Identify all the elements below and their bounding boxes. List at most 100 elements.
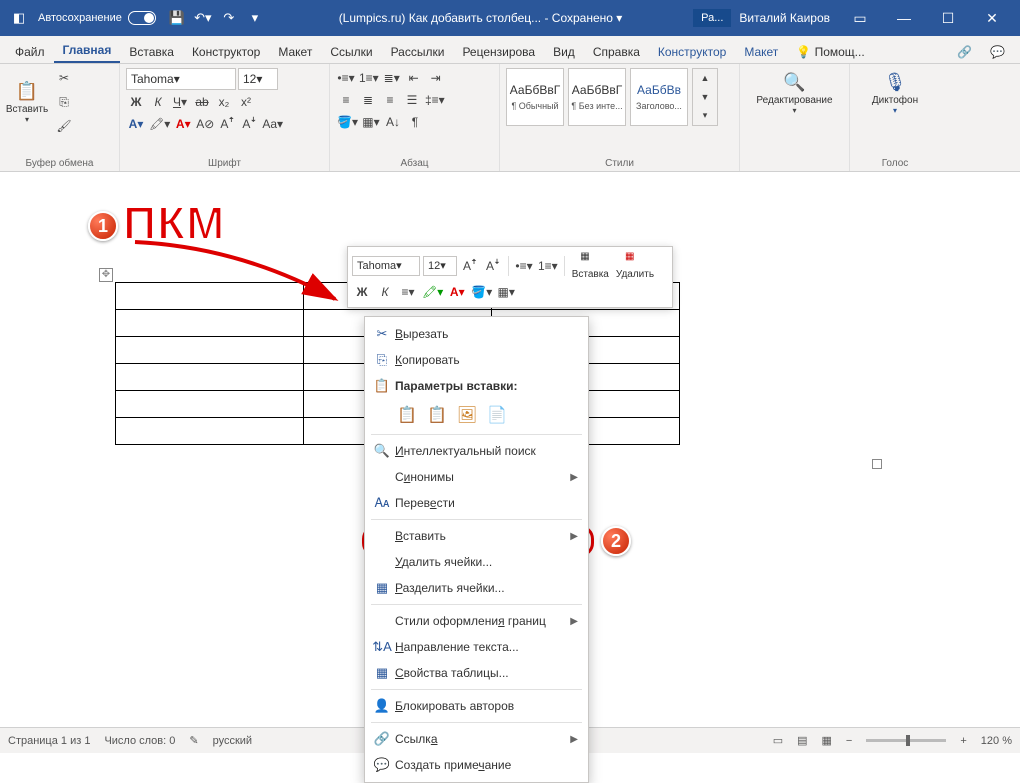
decrease-indent-icon[interactable]: ⇤ <box>404 68 424 88</box>
clear-format-icon[interactable]: A⊘ <box>195 114 215 134</box>
justify-icon[interactable]: ☰ <box>402 90 422 110</box>
maximize-icon[interactable]: ☐ <box>926 0 970 36</box>
comments-icon[interactable]: 💬 <box>981 41 1014 63</box>
align-right-icon[interactable]: ≡ <box>380 90 400 110</box>
ctx-synonyms[interactable]: Синонимы▶ <box>365 464 588 490</box>
mini-insert-button[interactable]: ▦Вставка <box>570 251 611 280</box>
text-effects-icon[interactable]: A▾ <box>126 114 146 134</box>
cut-icon[interactable]: ✂ <box>54 68 74 88</box>
tab-home[interactable]: Главная <box>54 39 121 63</box>
tab-insert[interactable]: Вставка <box>120 41 183 63</box>
line-spacing-icon[interactable]: ‡≡▾ <box>424 90 446 110</box>
borders-icon[interactable]: ▦▾ <box>361 112 381 132</box>
mini-numbering-icon[interactable]: 1≡▾ <box>537 256 559 276</box>
tab-layout[interactable]: Макет <box>269 41 321 63</box>
table-move-handle[interactable]: ✥ <box>99 268 113 282</box>
zoom-out-icon[interactable]: − <box>846 735 852 747</box>
tab-table-layout[interactable]: Макет <box>735 41 787 63</box>
save-icon[interactable]: 💾 <box>164 5 190 31</box>
dictate-button[interactable]: 🎙Диктофон▾ <box>874 68 916 118</box>
multilevel-icon[interactable]: ≣▾ <box>382 68 402 88</box>
mini-highlight-icon[interactable]: 🖍▾ <box>421 282 444 302</box>
redo-icon[interactable]: ↷ <box>216 5 242 31</box>
mini-align-icon[interactable]: ≡▾ <box>398 282 418 302</box>
strike-icon[interactable]: ab <box>192 92 212 112</box>
close-icon[interactable]: ✕ <box>970 0 1014 36</box>
bullets-icon[interactable]: •≡▾ <box>336 68 356 88</box>
underline-icon[interactable]: Ч▾ <box>170 92 190 112</box>
styles-more-icon[interactable]: ▾ <box>695 106 715 125</box>
ctx-block-authors[interactable]: 👤Блокировать авторов <box>365 693 588 719</box>
mini-font-color-icon[interactable]: A▾ <box>447 282 467 302</box>
status-page[interactable]: Страница 1 из 1 <box>8 735 90 747</box>
shrink-font-icon[interactable]: Aꜜ <box>239 114 259 134</box>
highlight-icon[interactable]: 🖍▾ <box>148 114 171 134</box>
tab-references[interactable]: Ссылки <box>321 41 381 63</box>
ctx-smart-lookup[interactable]: 🔍Интеллектуальный поиск <box>365 438 588 464</box>
mini-grow-font-icon[interactable]: Aꜛ <box>460 256 480 276</box>
style-no-spacing[interactable]: АаБбВвГ¶ Без инте... <box>568 68 626 126</box>
copy-icon[interactable]: ⎘ <box>54 92 74 112</box>
mini-shrink-font-icon[interactable]: Aꜜ <box>483 256 503 276</box>
qat-more-icon[interactable]: ▾ <box>242 5 268 31</box>
tab-review[interactable]: Рецензирова <box>453 41 544 63</box>
increase-indent-icon[interactable]: ⇥ <box>426 68 446 88</box>
mini-borders-icon[interactable]: ▦▾ <box>496 282 516 302</box>
tab-help[interactable]: Справка <box>584 41 649 63</box>
grow-font-icon[interactable]: Aꜛ <box>217 114 237 134</box>
font-name-combo[interactable]: Tahoma ▾ <box>126 68 236 90</box>
ctx-split-cells[interactable]: ▦Разделить ячейки... <box>365 575 588 601</box>
paste-keep-source-icon[interactable]: 📋 <box>395 403 419 427</box>
ctx-cut[interactable]: ✂ВВырезатьырезать <box>365 321 588 347</box>
minimize-icon[interactable]: — <box>882 0 926 36</box>
tab-view[interactable]: Вид <box>544 41 584 63</box>
tab-design[interactable]: Конструктор <box>183 41 269 63</box>
user-name[interactable]: Виталий Каиров <box>731 11 838 25</box>
ctx-insert[interactable]: Вставить▶ <box>365 523 588 549</box>
tab-table-design[interactable]: Конструктор <box>649 41 735 63</box>
ctx-border-styles[interactable]: Стили оформления границ▶ <box>365 608 588 634</box>
mini-italic-icon[interactable]: К <box>375 282 395 302</box>
share-icon[interactable]: 🔗 <box>948 41 981 63</box>
align-left-icon[interactable]: ≡ <box>336 90 356 110</box>
ribbon-options-icon[interactable]: ▭ <box>838 0 882 36</box>
mini-delete-button[interactable]: ▦Удалить <box>614 251 656 280</box>
ctx-translate[interactable]: 🗛Перевести <box>365 490 588 516</box>
status-language[interactable]: русский <box>213 735 252 747</box>
mini-bold-icon[interactable]: Ж <box>352 282 372 302</box>
status-words[interactable]: Число слов: 0 <box>104 735 175 747</box>
tab-mailings[interactable]: Рассылки <box>382 41 454 63</box>
sort-icon[interactable]: A↓ <box>383 112 403 132</box>
ctx-hyperlink[interactable]: 🔗Ссылка▶ <box>365 726 588 752</box>
undo-icon[interactable]: ↶▾ <box>190 5 216 31</box>
bold-icon[interactable]: Ж <box>126 92 146 112</box>
zoom-level[interactable]: 120 % <box>981 735 1012 747</box>
superscript-icon[interactable]: x² <box>236 92 256 112</box>
mini-font-size[interactable]: 12 ▾ <box>423 256 457 276</box>
table-resize-handle[interactable] <box>872 459 882 469</box>
paste-text-icon[interactable]: 📄 <box>485 403 509 427</box>
styles-up-icon[interactable]: ▲ <box>695 69 715 88</box>
view-web-icon[interactable]: ▦ <box>822 734 832 747</box>
mini-bullets-icon[interactable]: •≡▾ <box>514 256 534 276</box>
ctx-copy[interactable]: ⎘Копировать <box>365 347 588 373</box>
autosave-toggle[interactable] <box>128 11 156 25</box>
numbering-icon[interactable]: 1≡▾ <box>358 68 380 88</box>
mini-font-name[interactable]: Tahoma ▾ <box>352 256 420 276</box>
format-painter-icon[interactable]: 🖌 <box>54 116 74 136</box>
tab-file[interactable]: Файл <box>6 41 54 63</box>
zoom-in-icon[interactable]: + <box>960 735 966 747</box>
ctx-table-properties[interactable]: ▦Свойства таблицы... <box>365 660 588 686</box>
mini-shading-icon[interactable]: 🪣▾ <box>470 282 493 302</box>
ctx-delete-cells[interactable]: Удалить ячейки... <box>365 549 588 575</box>
font-color-icon[interactable]: A▾ <box>173 114 193 134</box>
status-proofing-icon[interactable]: ✎ <box>189 734 198 747</box>
paste-picture-icon[interactable]: 🖼 <box>455 403 479 427</box>
paste-button[interactable]: 📋Вставить▾ <box>6 77 48 127</box>
align-center-icon[interactable]: ≣ <box>358 90 378 110</box>
tab-tellme[interactable]: 💡 Помощ... <box>787 41 873 63</box>
zoom-slider[interactable] <box>866 739 946 742</box>
ctx-text-direction[interactable]: ⇅AНаправление текста... <box>365 634 588 660</box>
styles-down-icon[interactable]: ▼ <box>695 88 715 107</box>
font-size-combo[interactable]: 12 ▾ <box>238 68 278 90</box>
